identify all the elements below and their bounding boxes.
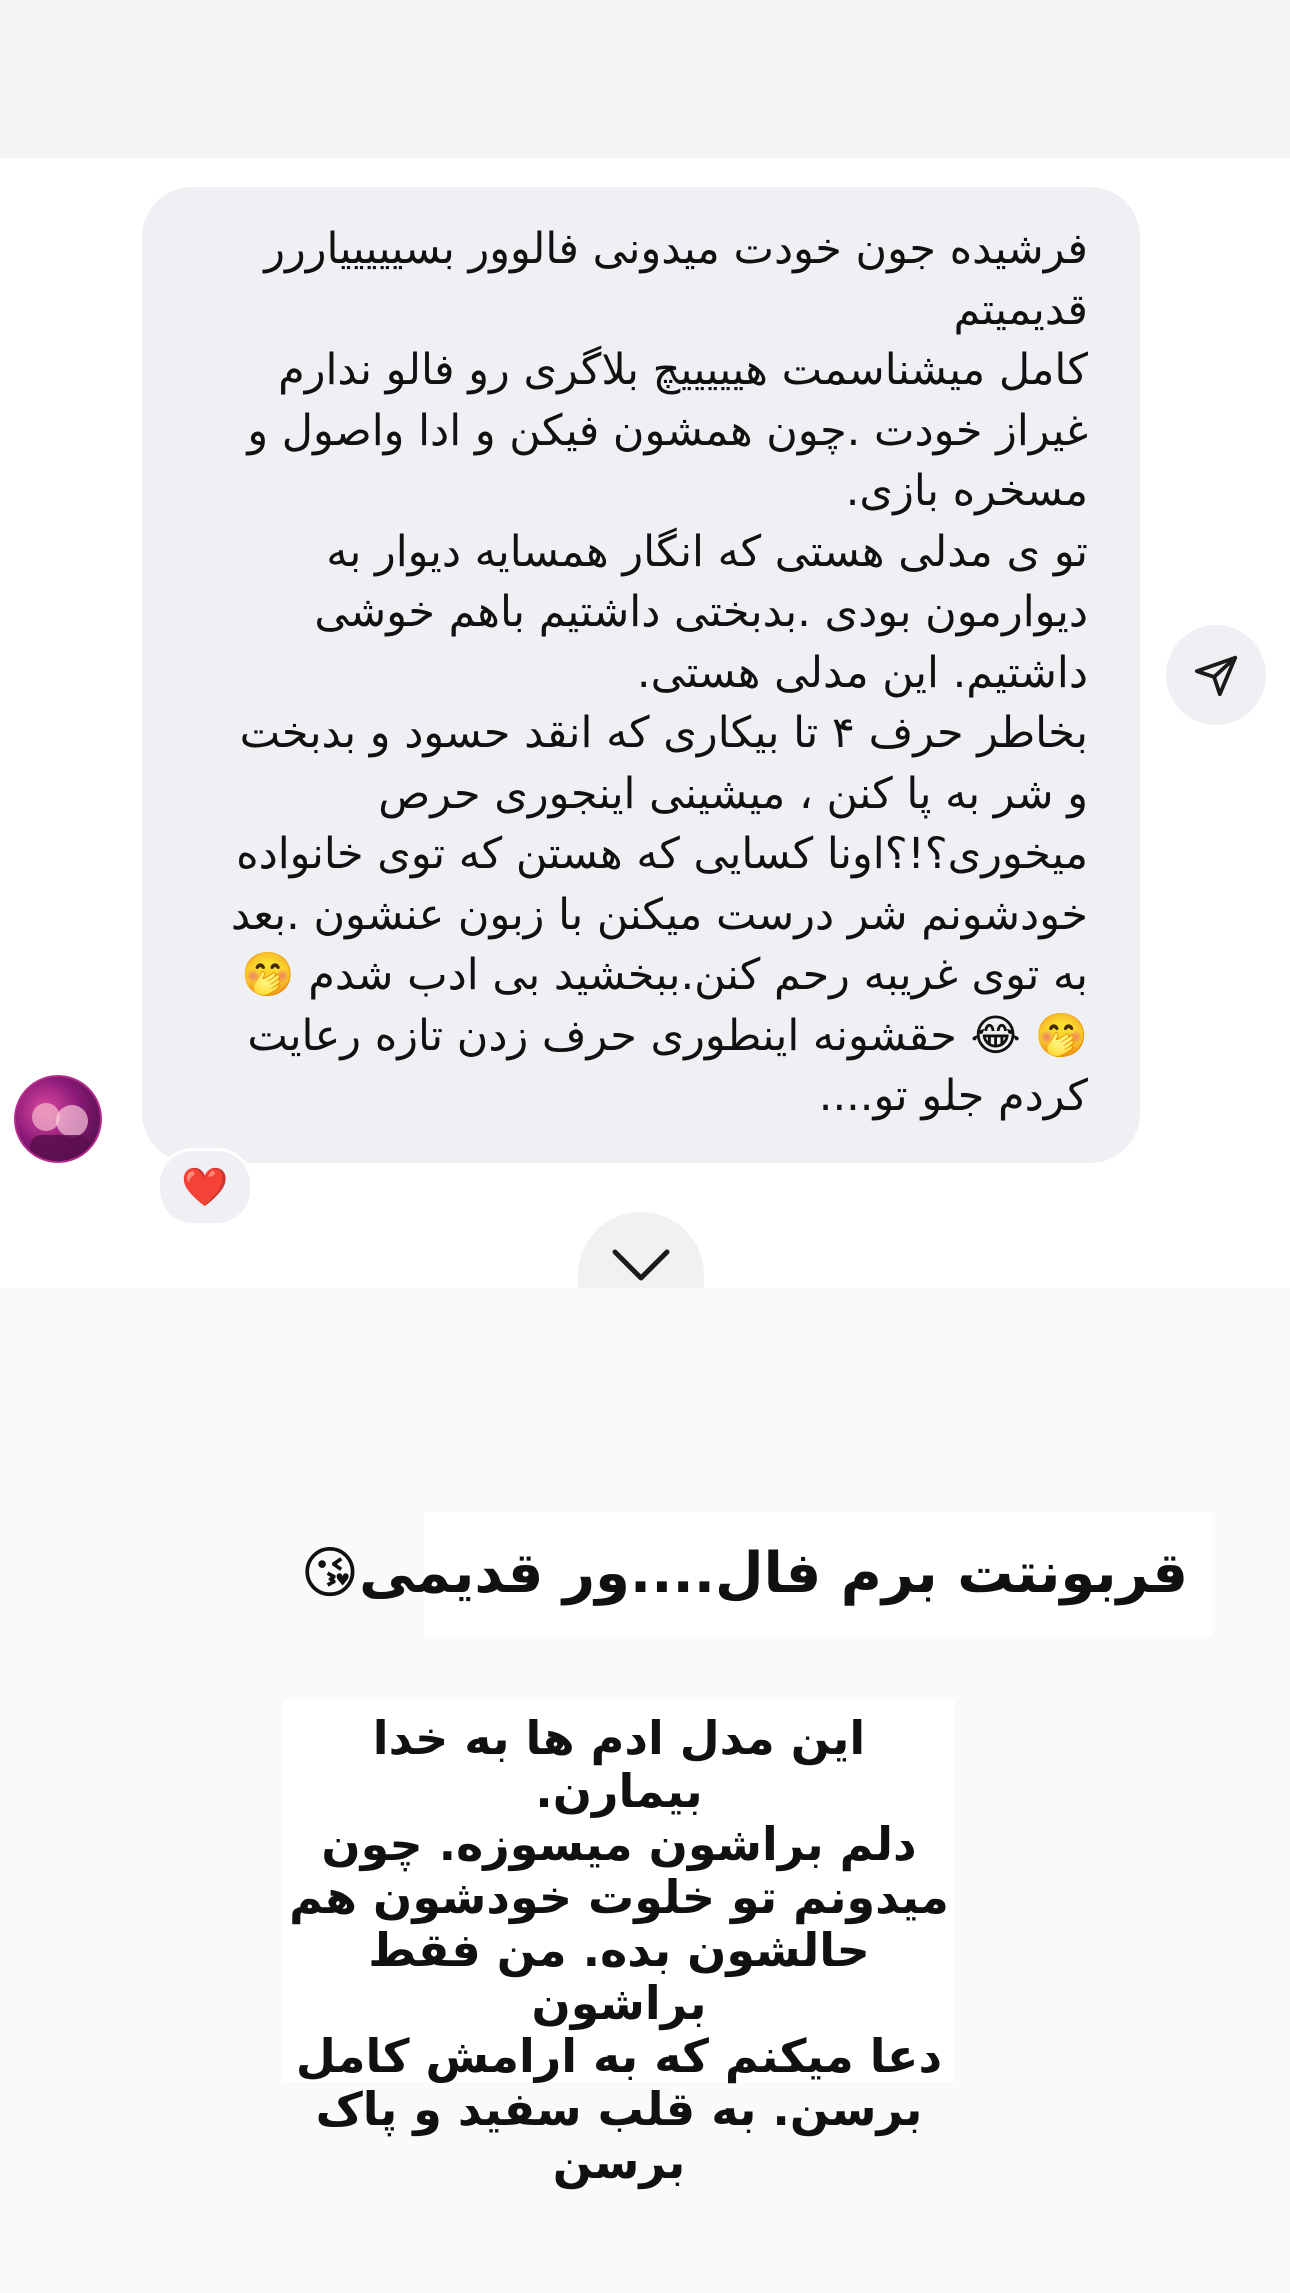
- message-paragraph: تو ی مدلی هستی که انگار همسایه دیوار به …: [314, 526, 1088, 698]
- heart-reaction[interactable]: ❤️: [157, 1148, 253, 1226]
- story-caption-text: این مدل ادم ها به خدا بیمارن. دلم براشون…: [283, 1700, 955, 2189]
- heart-icon: ❤️: [181, 1164, 229, 1209]
- share-button[interactable]: [1166, 625, 1266, 725]
- top-bar: [0, 0, 1290, 158]
- message-paragraph: فرشیده جون خودت میدونی فالوور بسیییییارر…: [264, 224, 1088, 335]
- avatar[interactable]: [14, 1075, 102, 1163]
- chevron-down-icon: [612, 1249, 670, 1281]
- message-paragraph: بخاطر حرف ۴ تا بیکاری که انقد حسود و بدب…: [230, 708, 1088, 1121]
- paper-plane-icon: [1194, 655, 1238, 697]
- story-caption-title: قربونتت برم فال....ور قدیمی😘: [301, 1512, 1212, 1636]
- avatar-image: [30, 1103, 90, 1161]
- message-bubble[interactable]: فرشیده جون خودت میدونی فالوور بسیییییارر…: [142, 187, 1140, 1163]
- message-paragraph: کامل میشناسمت هیییییچ بلاگری رو فالو ندا…: [247, 345, 1088, 516]
